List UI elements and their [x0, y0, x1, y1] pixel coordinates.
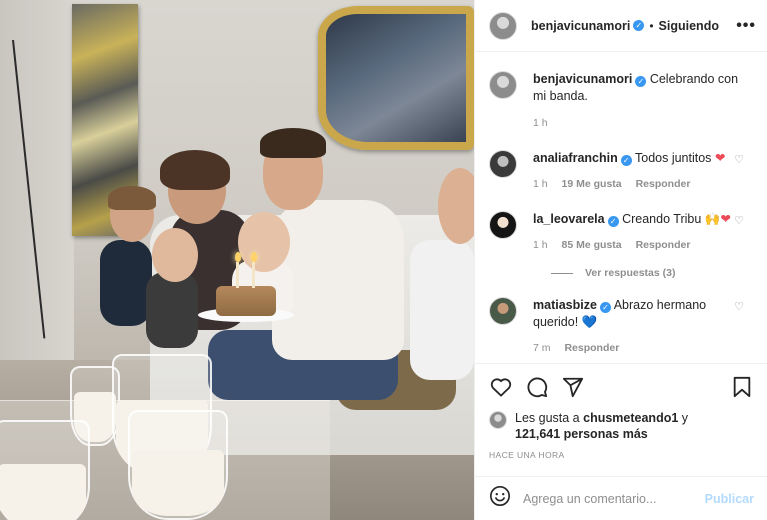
comment-item: la_leovarela ✓ Creando Tribu 🙌❤ 1 h 85 Me… [489, 211, 756, 254]
caption: benjavicunamori ✓ Celebrando con mi banda… [489, 71, 756, 132]
comment-item: matiasbize ✓ Abrazo hermano querido! 💙 7 … [489, 297, 756, 357]
following-button[interactable]: Siguiendo [659, 19, 719, 33]
red-heart-emoji-icon: ❤ [714, 151, 726, 165]
reply-button[interactable]: Responder [564, 342, 619, 354]
blue-heart-emoji-icon: 💙 [581, 315, 598, 329]
glass-candle [0, 420, 90, 520]
toddler-head [152, 228, 198, 282]
smiley-icon[interactable] [489, 485, 511, 512]
avatar[interactable] [489, 211, 517, 239]
liker-username[interactable]: chusmeteando1 [583, 411, 678, 425]
wall [0, 0, 74, 360]
comment-like-heart-icon[interactable]: ♡ [734, 300, 744, 313]
comment-text: Creando Tribu [622, 212, 702, 226]
verified-badge-icon: ✓ [599, 302, 611, 313]
avatar[interactable] [489, 297, 517, 325]
verified-badge-icon: ✓ [607, 216, 619, 227]
verified-badge-icon: ✓ [633, 20, 645, 31]
comments-list[interactable]: benjavicunamori ✓ Celebrando con mi banda… [475, 53, 767, 363]
comment-time[interactable]: 1 h [533, 178, 548, 190]
post-sidebar: benjavicunamori ✓ • Siguiendo ••• benjav… [474, 0, 767, 520]
boy-right-head [438, 168, 474, 244]
comment-like-heart-icon[interactable]: ♡ [734, 214, 744, 227]
likes-prefix: Les gusta a [515, 411, 580, 425]
glass-candle [128, 410, 228, 520]
woman-hair [160, 150, 230, 190]
gilded-mirror [318, 6, 474, 150]
candle-flame [235, 252, 241, 262]
likes-summary: Les gusta a chusmeteando1 y 121,641 pers… [489, 410, 759, 442]
reply-button[interactable]: Responder [636, 239, 691, 251]
likes-suffix: y [681, 411, 689, 425]
reply-button[interactable]: Responder [636, 178, 691, 190]
comment-composer: Publicar [475, 476, 767, 520]
caption-time[interactable]: 1 h [533, 117, 548, 129]
divider-line [551, 272, 573, 274]
paper-plane-icon[interactable] [561, 375, 585, 399]
comment-text: Todos juntitos [635, 151, 712, 165]
comment-like-heart-icon[interactable]: ♡ [734, 153, 744, 166]
likes-count[interactable]: 121,641 personas más [515, 427, 648, 441]
man-hair [260, 128, 326, 158]
raised-hands-heart-emoji-icon: 🙌❤ [704, 212, 731, 226]
boy-left-shirt [100, 240, 152, 326]
publish-button[interactable]: Publicar [705, 492, 754, 506]
verified-badge-icon: ✓ [620, 155, 632, 166]
comment-time[interactable]: 7 m [533, 342, 551, 354]
verified-badge-icon: ✓ [635, 76, 647, 87]
liker-avatar[interactable] [489, 411, 507, 429]
boy-right-shirt [410, 240, 474, 380]
view-replies-label: Ver respuestas (3) [585, 267, 676, 279]
avatar[interactable] [489, 11, 517, 40]
comment-input[interactable] [523, 491, 693, 506]
post-timestamp[interactable]: Hace una hora [489, 450, 565, 460]
girl-head [238, 212, 290, 272]
separator-dot: • [649, 18, 654, 33]
comment-username[interactable]: matiasbize [533, 298, 597, 312]
caption-username[interactable]: benjavicunamori [533, 72, 632, 86]
comment-item: analiafranchin ✓ Todos juntitos ❤ 1 h 19 … [489, 150, 756, 193]
avatar[interactable] [489, 150, 517, 178]
avatar[interactable] [489, 71, 517, 99]
comment-time[interactable]: 1 h [533, 239, 548, 251]
boy-left-hair [108, 186, 156, 210]
comment-like-count[interactable]: 19 Me gusta [562, 178, 622, 190]
comment-icon[interactable] [525, 375, 549, 399]
candle [236, 262, 239, 288]
post-header: benjavicunamori ✓ • Siguiendo ••• [475, 0, 767, 52]
candle-flame [251, 252, 257, 262]
view-replies-button[interactable]: Ver respuestas (3) [551, 267, 756, 279]
post-photo[interactable] [0, 0, 474, 520]
post-author-username[interactable]: benjavicunamori [531, 19, 630, 33]
toddler-body [146, 272, 198, 348]
comment-username[interactable]: la_leovarela [533, 212, 605, 226]
comment-username[interactable]: analiafranchin [533, 151, 618, 165]
action-bar [475, 363, 767, 409]
more-options-icon[interactable]: ••• [736, 17, 756, 35]
birthday-cake [216, 286, 276, 316]
comment-like-count[interactable]: 85 Me gusta [562, 239, 622, 251]
candle [252, 262, 255, 288]
heart-icon[interactable] [489, 375, 513, 399]
bookmark-icon[interactable] [730, 375, 754, 399]
